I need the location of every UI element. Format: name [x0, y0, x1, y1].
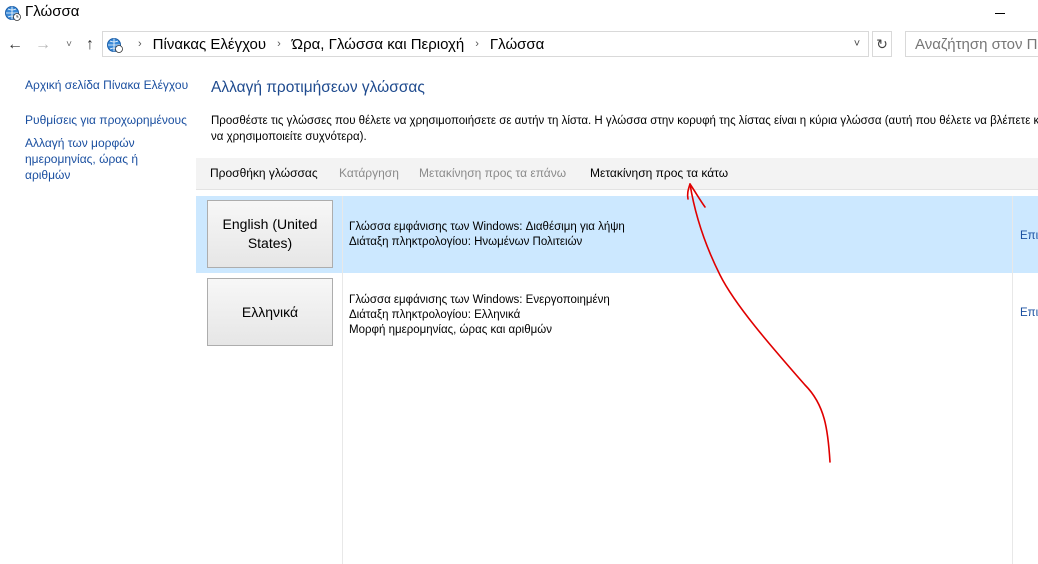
navigation-bar: ← → ˅ ↑ › Πίνακας Ελέγχου › Ώρα, Γλώσσα … [0, 31, 1038, 59]
globe-clock-icon [5, 6, 21, 21]
move-down-button[interactable]: Μετακίνηση προς τα κάτω [590, 166, 728, 180]
page-description: Προσθέστε τις γλώσσες που θέλετε να χρησ… [211, 115, 1038, 143]
language-details: Γλώσσα εμφάνισης των Windows: Διαθέσιμη … [349, 220, 625, 250]
sidebar-link-advanced-settings[interactable]: Ρυθμίσεις για προχωρημένους [25, 112, 200, 128]
title-bar: Γλώσσα [0, 0, 1038, 28]
display-language-status: Γλώσσα εμφάνισης των Windows: Ενεργοποιη… [349, 294, 610, 306]
refresh-button[interactable]: ↻ [872, 31, 892, 57]
move-up-button[interactable]: Μετακίνηση προς τα επάνω [419, 166, 566, 180]
control-panel-icon [107, 38, 123, 53]
sidebar-link-change-formats[interactable]: Αλλαγή των μορφών ημερομηνίας, ώρας ή αρ… [25, 135, 165, 183]
format-info: Μορφή ημερομηνίας, ώρας και αριθμών [349, 324, 552, 336]
add-language-button[interactable]: Προσθήκη γλώσσας [210, 166, 318, 180]
display-language-status: Γλώσσα εμφάνισης των Windows: Διαθέσιμη … [349, 221, 625, 233]
back-button[interactable]: ← [5, 34, 25, 56]
column-divider [1012, 196, 1013, 564]
recent-locations-button[interactable]: ˅ [59, 34, 79, 56]
language-toolbar: Προσθήκη γλώσσας Κατάργηση Μετακίνηση πρ… [196, 158, 1038, 190]
column-divider [342, 196, 343, 564]
address-bar[interactable]: › Πίνακας Ελέγχου › Ώρα, Γλώσσα και Περι… [102, 31, 869, 57]
keyboard-layout-info: Διάταξη πληκτρολογίου: Ελληνικά [349, 309, 521, 321]
language-list: English (United States) Γλώσσα εμφάνισης… [196, 196, 1038, 564]
breadcrumb-control-panel[interactable]: Πίνακας Ελέγχου [153, 36, 266, 53]
keyboard-layout-info: Διάταξη πληκτρολογίου: Ηνωμένων Πολιτειώ… [349, 236, 583, 248]
up-button[interactable]: ↑ [80, 34, 100, 56]
minimize-button[interactable] [985, 2, 1015, 24]
breadcrumb-language[interactable]: Γλώσσα [490, 36, 544, 53]
language-button-english[interactable]: English (United States) [207, 200, 333, 268]
breadcrumb: › Πίνακας Ελέγχου › Ώρα, Γλώσσα και Περι… [127, 32, 544, 56]
page-title: Αλλαγή προτιμήσεων γλώσσας [211, 79, 425, 96]
address-dropdown-button[interactable]: ˅ [849, 34, 865, 54]
search-input[interactable]: Αναζήτηση στον Πίνακα Ελέγχου [905, 31, 1038, 57]
breadcrumb-separator[interactable]: › [475, 38, 479, 50]
language-row-english[interactable]: English (United States) Γλώσσα εμφάνισης… [196, 196, 1038, 273]
breadcrumb-separator[interactable]: › [138, 38, 142, 50]
language-button-greek[interactable]: Ελληνικά [207, 278, 333, 346]
language-details: Γλώσσα εμφάνισης των Windows: Ενεργοποιη… [349, 293, 610, 338]
forward-button[interactable]: → [33, 34, 53, 56]
remove-language-button[interactable]: Κατάργηση [339, 166, 399, 180]
breadcrumb-separator[interactable]: › [277, 38, 281, 50]
language-row-greek[interactable]: Ελληνικά Γλώσσα εμφάνισης των Windows: Ε… [196, 273, 1038, 353]
window-title: Γλώσσα [25, 3, 80, 20]
breadcrumb-clock-language-region[interactable]: Ώρα, Γλώσσα και Περιοχή [292, 36, 464, 53]
options-link-greek[interactable]: Επιλογές [1020, 307, 1038, 319]
sidebar-link-control-panel-home[interactable]: Αρχική σελίδα Πίνακα Ελέγχου [25, 77, 200, 93]
options-link-english[interactable]: Επιλογές [1020, 230, 1038, 242]
